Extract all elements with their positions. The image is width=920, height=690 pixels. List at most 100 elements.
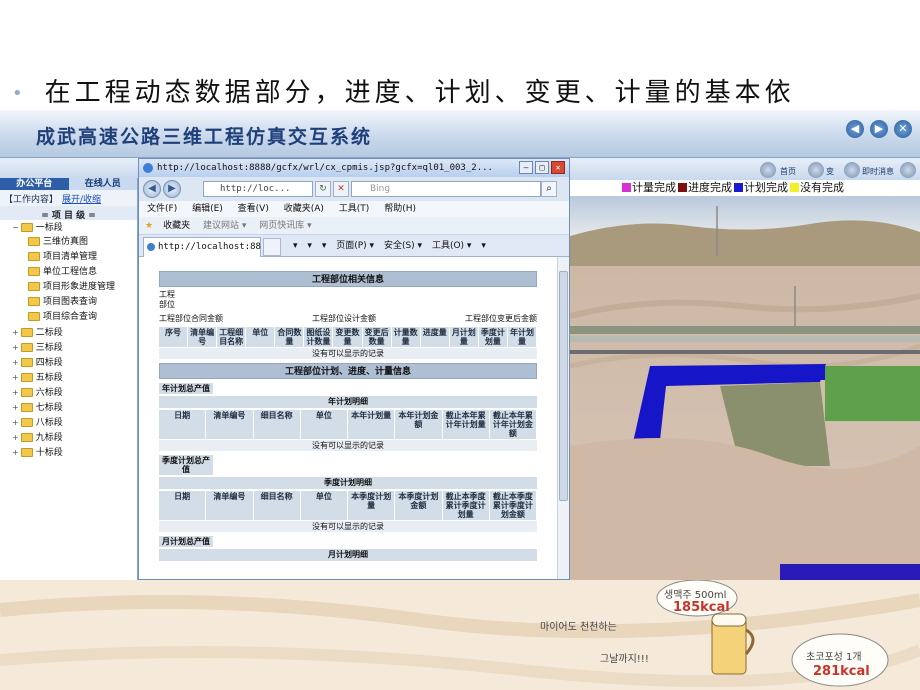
favorites-button[interactable]: 收藏夹 [163, 221, 190, 231]
column-header: 单位 [246, 327, 275, 347]
menu-favorites[interactable]: 收藏夹(A) [284, 204, 324, 214]
3d-scene[interactable] [570, 196, 920, 580]
expand-collapse-link[interactable]: 展开/收缩 [62, 195, 101, 205]
help-dropdown[interactable]: ▾ [481, 241, 486, 251]
folder-icon [28, 267, 40, 276]
tree-leaf[interactable]: 项目图表查询 [0, 295, 137, 310]
menu-help[interactable]: 帮助(H) [384, 204, 416, 214]
expand-toggle-icon[interactable]: + [12, 358, 19, 367]
page-content: 工程部位相关信息 工程 部位 工程部位合同金额 工程部位设计金额 工程部位变更后… [139, 257, 557, 579]
tab-office[interactable]: 办公平台 [0, 178, 69, 190]
expand-toggle-icon[interactable]: + [12, 343, 19, 352]
page-menu[interactable]: 页面(P) ▾ [336, 241, 374, 251]
design-amount-label: 工程部位设计金额 [312, 314, 376, 323]
tools-menu[interactable]: 工具(O) ▾ [432, 241, 472, 251]
tree-leaf[interactable]: 三维仿真图 [0, 235, 137, 250]
tree-leaf[interactable]: 项目清单管理 [0, 250, 137, 265]
expand-toggle-icon[interactable]: − [12, 223, 19, 232]
browser-tab[interactable]: http://localhost:88... [143, 237, 277, 257]
home-button[interactable]: 首页 [780, 166, 796, 177]
tree-section[interactable]: + 五标段 [0, 370, 137, 385]
print-dropdown[interactable]: ▾ [322, 241, 327, 251]
exit-icon[interactable]: ✕ [894, 120, 912, 138]
tree-item-label: 单位工程信息 [43, 267, 98, 277]
tree-leaf[interactable]: 项目形象进度管理 [0, 280, 137, 295]
forward-button[interactable]: ▶ [163, 180, 181, 198]
tree-section[interactable]: + 三标段 [0, 340, 137, 355]
sidebar: 办公平台 在线人员 【工作内容】 展开/收缩 = 项 目 级 = − 一标段 三维仿真… [0, 178, 138, 580]
tree-section[interactable]: + 二标段 [0, 325, 137, 340]
column-header: 图纸设计数量 [304, 327, 333, 347]
tree-item-label: 十标段 [35, 448, 63, 458]
folder-icon [28, 252, 40, 261]
tree-item-label: 二标段 [35, 328, 63, 338]
safety-menu[interactable]: 安全(S) ▾ [384, 241, 422, 251]
menu-file[interactable]: 文件(F) [147, 204, 177, 214]
maximize-button[interactable]: □ [535, 161, 549, 174]
tree-section[interactable]: + 四标段 [0, 355, 137, 370]
expand-toggle-icon[interactable]: + [12, 373, 19, 382]
tab-row: http://localhost:88... ▾ ▾ ▾ 页面(P) ▾ 安全(… [139, 235, 569, 257]
star-icon[interactable]: ★ [145, 221, 153, 231]
tree-section[interactable]: + 八标段 [0, 415, 137, 430]
tree-item-label: 五标段 [35, 373, 63, 383]
handwriting-line1: 마이어도 천천하는 [540, 622, 617, 633]
tree-item-label: 四标段 [35, 358, 63, 368]
tree-section[interactable]: + 九标段 [0, 430, 137, 445]
suggested-sites[interactable]: 建议网站 ▾ [203, 221, 246, 231]
back-button[interactable]: ◀ [143, 180, 161, 198]
change-icon[interactable] [808, 162, 824, 178]
tree-section[interactable]: + 十标段 [0, 445, 137, 460]
search-input[interactable]: Bing [351, 181, 541, 197]
expand-toggle-icon[interactable]: + [12, 433, 19, 442]
feeds-dropdown[interactable]: ▾ [307, 241, 312, 251]
legend-label: 计划完成 [744, 181, 788, 194]
folder-icon [20, 388, 33, 397]
forward-icon[interactable]: ▶ [870, 120, 888, 138]
vertical-scrollbar[interactable] [557, 257, 569, 579]
menu-tools[interactable]: 工具(T) [339, 204, 370, 214]
address-field[interactable]: http://loc... [203, 181, 313, 197]
column-header: 单位 [300, 491, 347, 520]
column-header: 合同数量 [275, 327, 304, 347]
expand-toggle-icon[interactable]: + [12, 418, 19, 427]
home-dropdown[interactable]: ▾ [293, 241, 298, 251]
search-icon[interactable]: ⌕ [541, 181, 557, 197]
home-icon[interactable] [760, 162, 776, 178]
close-button[interactable]: ✕ [551, 161, 565, 174]
ie-icon [143, 163, 153, 173]
tree-item-label: 七标段 [35, 403, 63, 413]
expand-toggle-icon[interactable]: + [12, 388, 19, 397]
web-slice-gallery[interactable]: 网页快讯库 ▾ [259, 221, 311, 231]
tree-section[interactable]: − 一标段 [0, 220, 137, 235]
project-level-header: = 项 目 级 = [0, 206, 137, 221]
instant-news-button[interactable]: 即时消息 [862, 166, 894, 177]
tree-section[interactable]: + 七标段 [0, 400, 137, 415]
tree-section[interactable]: + 六标段 [0, 385, 137, 400]
expand-toggle-icon[interactable]: + [12, 403, 19, 412]
column-header: 变更后数量 [362, 327, 391, 347]
back-icon[interactable]: ◀ [846, 120, 864, 138]
expand-toggle-icon[interactable]: + [12, 328, 19, 337]
tree-leaf[interactable]: 项目综合查询 [0, 310, 137, 325]
stop-icon[interactable]: ✕ [333, 181, 349, 197]
column-header: 清单编号 [188, 327, 217, 347]
expand-toggle-icon[interactable]: + [12, 448, 19, 457]
section-project-part-info: 工程部位相关信息 [159, 271, 537, 287]
folder-icon [20, 328, 33, 337]
column-header: 截止本季度累计季度计划金额 [489, 491, 536, 520]
minimize-button[interactable]: – [519, 161, 533, 174]
settings-icon[interactable] [900, 162, 916, 178]
column-header: 清单编号 [206, 410, 253, 439]
new-tab-button[interactable] [263, 238, 281, 256]
tree-item-label: 项目形象进度管理 [43, 282, 116, 292]
scrollbar-thumb[interactable] [559, 271, 568, 501]
message-icon[interactable] [844, 162, 860, 178]
menu-view[interactable]: 查看(V) [238, 204, 269, 214]
change-button[interactable]: 变 [826, 166, 834, 177]
section-plan-progress: 工程部位计划、进度、计量信息 [159, 363, 537, 379]
tree-leaf[interactable]: 单位工程信息 [0, 265, 137, 280]
menu-edit[interactable]: 编辑(E) [192, 204, 223, 214]
tab-online-users[interactable]: 在线人员 [68, 178, 137, 190]
refresh-icon[interactable]: ↻ [315, 181, 331, 197]
